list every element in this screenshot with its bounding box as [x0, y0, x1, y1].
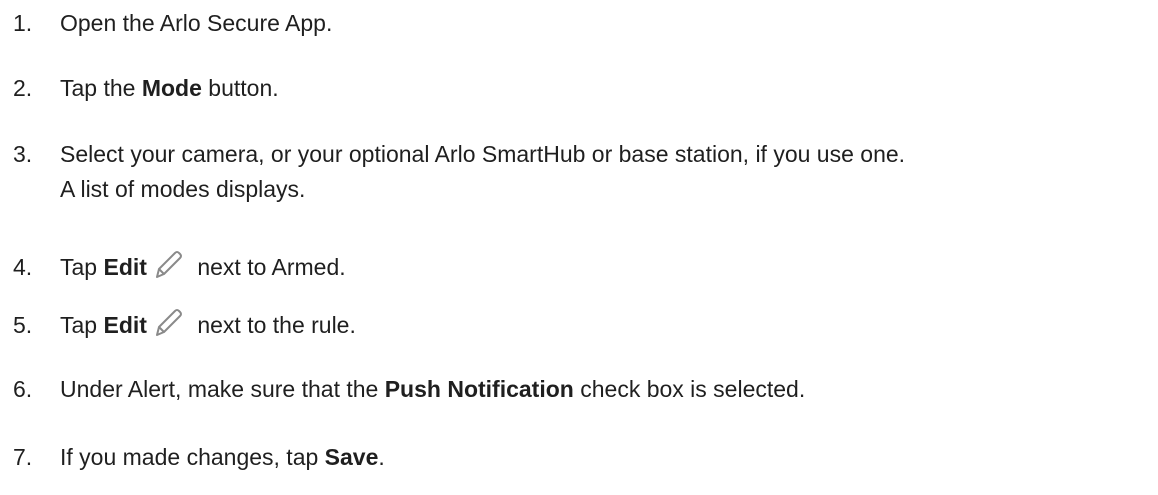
step-number: 5.: [13, 312, 33, 338]
step-bold-term: Mode: [141, 75, 202, 101]
step-text: Tap the: [60, 75, 142, 101]
step-text: check box is selected.: [573, 376, 806, 402]
step-bold-term: Save: [324, 444, 379, 470]
pencil-icon: [151, 247, 185, 281]
step-text: If you made changes, tap: [60, 444, 325, 470]
step-number: 2.: [13, 75, 33, 101]
step-number: 1.: [13, 10, 33, 36]
step-5: 5. Tap Edit next to the rule.: [13, 305, 356, 343]
step-text: .: [378, 444, 385, 470]
step-text: next to Armed.: [190, 254, 346, 280]
step-bold-term: Edit: [103, 312, 147, 338]
step-4: 4. Tap Edit next to Armed.: [13, 247, 346, 285]
step-text: Open the Arlo Secure App.: [60, 10, 333, 36]
step-bold-term: Push Notification: [384, 376, 574, 402]
step-bold-term: Edit: [103, 254, 147, 280]
step-text: Tap: [60, 254, 104, 280]
step-number: 4.: [13, 254, 33, 280]
pencil-icon: [151, 305, 185, 339]
step-2: 2. Tap the Mode button.: [13, 71, 279, 106]
step-1: 1. Open the Arlo Secure App.: [13, 6, 332, 41]
step-text: button.: [201, 75, 279, 101]
step-text-line-1: Select your camera, or your optional Arl…: [60, 141, 906, 167]
step-text: next to the rule.: [190, 312, 356, 338]
step-text: Under Alert, make sure that the: [60, 376, 385, 402]
step-text: Tap: [60, 312, 104, 338]
step-3: 3. Select your camera, or your optional …: [13, 137, 905, 207]
step-7: 7. If you made changes, tap Save.: [13, 440, 385, 475]
instruction-steps: 1. Open the Arlo Secure App. 2. Tap the Mo…: [0, 0, 1158, 495]
step-6: 6. Under Alert, make sure that the Push N…: [13, 372, 805, 407]
step-text-line-2: A list of modes displays.: [60, 176, 306, 202]
step-number: 7.: [13, 444, 33, 470]
step-number: 3.: [13, 141, 33, 167]
step-number: 6.: [13, 376, 33, 402]
